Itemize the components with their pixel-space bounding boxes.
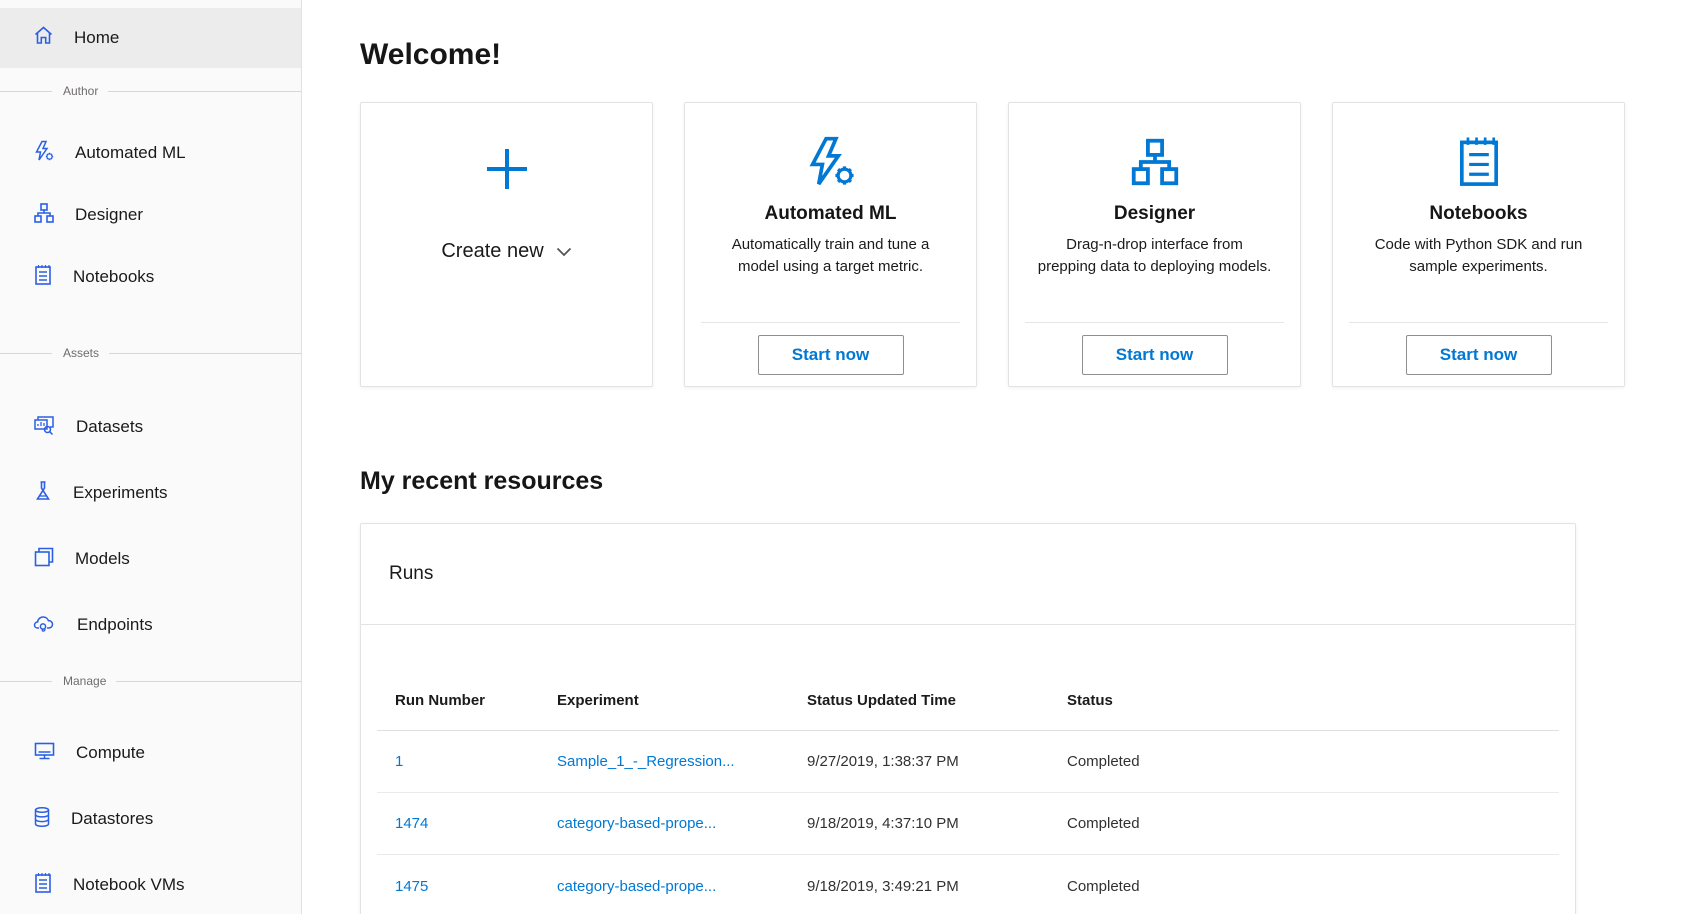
status-value: Completed [1067,753,1559,770]
status-value: Completed [1067,878,1559,895]
designer-icon [33,202,55,229]
run-number-link[interactable]: 1 [395,753,403,770]
experiments-icon [33,480,53,507]
datasets-icon [33,414,56,441]
column-header-status[interactable]: Status [1067,692,1559,709]
models-icon [33,546,55,573]
sidebar-item-designer[interactable]: Designer [0,184,301,246]
sidebar: Home Author Automated ML Desig [0,0,302,914]
notebooks-card: Notebooks Code with Python SDK and run s… [1332,102,1625,387]
experiment-link[interactable]: category-based-prope... [557,878,716,895]
card-description: Code with Python SDK and run sample expe… [1333,234,1624,278]
sidebar-item-datasets[interactable]: Datasets [0,394,301,460]
chevron-down-icon [556,240,572,263]
sidebar-item-endpoints[interactable]: Endpoints [0,592,301,658]
sidebar-item-models[interactable]: Models [0,526,301,592]
page-title: Welcome! [360,38,1686,72]
designer-icon [1129,131,1181,193]
card-description: Automatically train and tune a model usi… [685,234,976,278]
app-window: Home Author Automated ML Desig [0,0,1686,914]
sidebar-item-label: Endpoints [77,615,153,635]
card-description: Drag-n-drop interface from prepping data… [1009,234,1300,278]
notebooks-icon [1454,131,1504,193]
quick-start-cards: Create new Automate [360,102,1686,387]
column-header-experiment[interactable]: Experiment [557,692,807,709]
sidebar-item-label: Compute [76,743,145,763]
recent-resources-title: My recent resources [360,467,1686,496]
sidebar-item-label: Designer [75,205,143,225]
create-new-label: Create new [441,240,543,263]
card-title: Automated ML [765,203,897,225]
sidebar-item-home[interactable]: Home [0,8,301,68]
sidebar-item-label: Notebook VMs [73,875,185,895]
runs-table: Run Number Experiment Status Updated Tim… [377,671,1559,914]
experiment-link[interactable]: category-based-prope... [557,815,716,832]
plus-icon [483,145,531,198]
notebook-vms-icon [33,872,53,899]
status-value: Completed [1067,815,1559,832]
sidebar-item-label: Datastores [71,809,153,829]
sidebar-item-datastores[interactable]: Datastores [0,786,301,852]
endpoints-icon [33,613,57,638]
home-icon [33,25,54,51]
notebooks-start-now-button[interactable]: Start now [1406,335,1552,375]
experiment-link[interactable]: Sample_1_-_Regression... [557,753,735,770]
compute-icon [33,741,56,766]
runs-table-header: Run Number Experiment Status Updated Tim… [377,671,1559,731]
run-number-link[interactable]: 1475 [395,878,428,895]
run-number-link[interactable]: 1474 [395,815,428,832]
main-content: Welcome! Create new [302,0,1686,914]
sidebar-item-experiments[interactable]: Experiments [0,460,301,526]
status-updated-time: 9/18/2019, 3:49:21 PM [807,878,1067,895]
column-header-status-updated-time[interactable]: Status Updated Time [807,692,1067,709]
sidebar-item-automated-ml[interactable]: Automated ML [0,122,301,184]
sidebar-item-label: Datasets [76,417,143,437]
sidebar-item-label: Home [74,28,119,48]
table-row: 1 Sample_1_-_Regression... 9/27/2019, 1:… [377,731,1559,793]
card-title: Designer [1114,203,1195,225]
notebooks-icon [33,264,53,291]
sidebar-item-label: Experiments [73,483,167,503]
table-row: 1475 category-based-prope... 9/18/2019, … [377,855,1559,914]
sidebar-section-manage: Manage [0,670,301,692]
column-header-run-number[interactable]: Run Number [377,692,557,709]
tab-runs[interactable]: Runs [389,563,433,585]
datastores-icon [33,806,51,833]
automated-ml-icon [804,131,858,193]
sidebar-item-notebook-vms[interactable]: Notebook VMs [0,852,301,914]
status-updated-time: 9/18/2019, 4:37:10 PM [807,815,1067,832]
panel-tab-row: Runs [361,524,1575,625]
card-title: Notebooks [1429,203,1527,225]
designer-card: Designer Drag-n-drop interface from prep… [1008,102,1301,387]
table-row: 1474 category-based-prope... 9/18/2019, … [377,793,1559,855]
recent-resources-panel: Runs Run Number Experiment Status Update… [360,523,1576,914]
sidebar-item-label: Models [75,549,130,569]
sidebar-item-compute[interactable]: Compute [0,720,301,786]
automated-ml-start-now-button[interactable]: Start now [758,335,904,375]
sidebar-item-notebooks[interactable]: Notebooks [0,246,301,308]
sidebar-item-label: Automated ML [75,143,186,163]
sidebar-item-label: Notebooks [73,267,154,287]
create-new-card[interactable]: Create new [360,102,653,387]
automated-ml-icon [33,140,55,167]
sidebar-section-assets: Assets [0,342,301,364]
status-updated-time: 9/27/2019, 1:38:37 PM [807,753,1067,770]
designer-start-now-button[interactable]: Start now [1082,335,1228,375]
sidebar-section-author: Author [0,80,301,102]
automated-ml-card: Automated ML Automatically train and tun… [684,102,977,387]
